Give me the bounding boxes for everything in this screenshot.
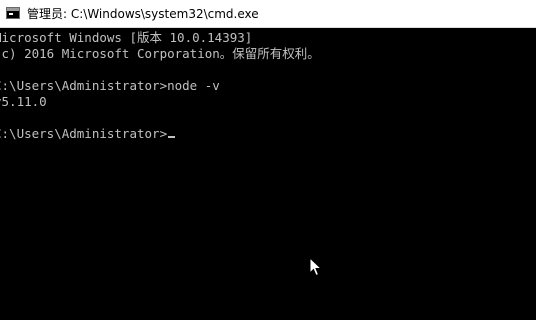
console-prompt: C:\Users\Administrator> bbox=[0, 126, 168, 141]
cmd-window: 管理员: C:\Windows\system32\cmd.exe Microso… bbox=[0, 0, 536, 320]
console-prompt-line[interactable]: C:\Users\Administrator> bbox=[0, 126, 176, 142]
console-line-copyright: (c) 2016 Microsoft Corporation。保留所有权利。 bbox=[0, 46, 320, 61]
mouse-pointer-icon bbox=[309, 257, 323, 277]
window-title: 管理员: C:\Windows\system32\cmd.exe bbox=[27, 7, 259, 21]
console-line-output: v5.11.0 bbox=[0, 94, 47, 109]
text-cursor bbox=[168, 136, 176, 138]
title-bar[interactable]: 管理员: C:\Windows\system32\cmd.exe bbox=[0, 0, 536, 28]
console-line-version: Microsoft Windows [版本 10.0.14393] bbox=[0, 30, 253, 45]
console-line-command: C:\Users\Administrator>node -v bbox=[0, 78, 220, 93]
cmd-icon[interactable] bbox=[6, 7, 20, 19]
console-output[interactable]: Microsoft Windows [版本 10.0.14393] (c) 20… bbox=[0, 28, 536, 320]
